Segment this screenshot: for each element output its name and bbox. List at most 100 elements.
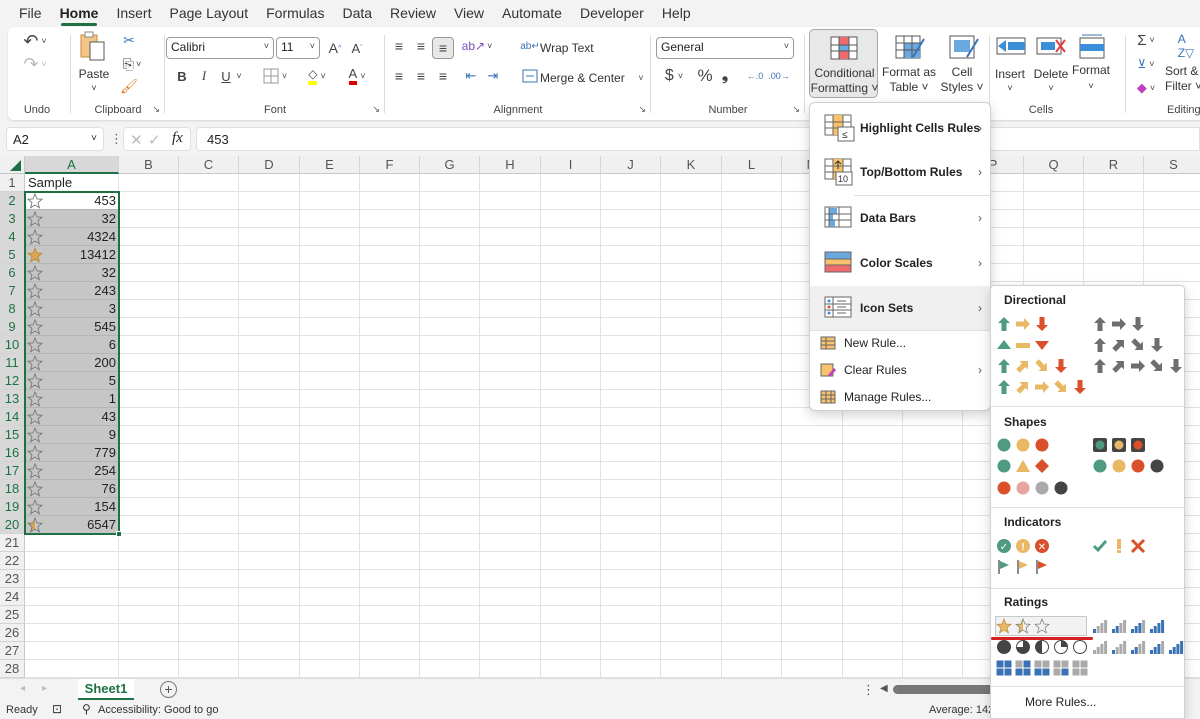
3-arrows-gray[interactable] xyxy=(1092,316,1146,332)
column-header-e[interactable]: E xyxy=(300,156,360,174)
next-sheet-icon[interactable]: ▸ xyxy=(42,683,47,694)
row-header-2[interactable]: 2 xyxy=(0,192,25,210)
insert-cells-button[interactable]: Insert ˅ xyxy=(991,31,1029,93)
cell-a2[interactable]: 453 xyxy=(25,192,119,210)
5-ratings[interactable] xyxy=(1092,639,1184,655)
row-header-5[interactable]: 5 xyxy=(0,246,25,264)
cell-a10[interactable]: 6 xyxy=(25,336,119,354)
5-quarters[interactable] xyxy=(996,639,1088,655)
align-bottom-icon[interactable]: ≡ xyxy=(432,37,454,59)
fill-color-icon[interactable]: ◇ ˅ xyxy=(302,65,332,87)
wrap-text-icon[interactable]: ab↵ xyxy=(520,38,540,54)
row-header-28[interactable]: 28 xyxy=(0,660,25,678)
font-size-combo[interactable]: 11 ˅ xyxy=(276,37,320,59)
3-flags[interactable] xyxy=(996,559,1050,575)
menu-tab-data[interactable]: Data xyxy=(333,0,381,27)
conditional-formatting-button[interactable]: Conditional Formatting ˅ xyxy=(809,29,878,98)
column-header-a[interactable]: A xyxy=(25,156,119,174)
cell-a15[interactable]: 9 xyxy=(25,426,119,444)
align-center-icon[interactable]: ≡ xyxy=(412,67,430,85)
menu-tab-page-layout[interactable]: Page Layout xyxy=(160,0,257,27)
cell-a3[interactable]: 32 xyxy=(25,210,119,228)
row-header-21[interactable]: 21 xyxy=(0,534,25,552)
row-header-23[interactable]: 23 xyxy=(0,570,25,588)
3-symbols-circled[interactable]: ✓! ✕ xyxy=(996,538,1050,554)
percent-icon[interactable]: % xyxy=(696,66,714,85)
row-header-4[interactable]: 4 xyxy=(0,228,25,246)
sheet-tab-sheet1[interactable]: Sheet1 xyxy=(78,679,134,701)
align-top-icon[interactable]: ≡ xyxy=(390,37,408,55)
align-right-icon[interactable]: ≡ xyxy=(434,67,452,85)
fill-icon[interactable]: ⊻ ˅ xyxy=(1131,55,1161,73)
merge-center-button[interactable]: Merge & Center xyxy=(540,71,625,86)
font-name-combo[interactable]: Calibri ˅ xyxy=(166,37,274,59)
menu-tab-formulas[interactable]: Formulas xyxy=(257,0,333,27)
formula-input[interactable]: 453 xyxy=(196,127,1200,151)
3-arrows-colored[interactable] xyxy=(996,316,1050,332)
cell-a11[interactable]: 200 xyxy=(25,354,119,372)
row-header-19[interactable]: 19 xyxy=(0,498,25,516)
decrease-decimal-icon[interactable]: .00→ xyxy=(768,67,790,85)
menu-top-bottom-rules[interactable]: 10 Top/Bottom Rules › xyxy=(810,150,990,194)
row-header-26[interactable]: 26 xyxy=(0,624,25,642)
align-left-icon[interactable]: ≡ xyxy=(390,67,408,85)
cell-a8[interactable]: 3 xyxy=(25,300,119,318)
cell-a13[interactable]: 1 xyxy=(25,390,119,408)
5-boxes[interactable] xyxy=(996,660,1088,676)
row-header-11[interactable]: 11 xyxy=(0,354,25,372)
menu-new-rule[interactable]: New Rule... xyxy=(810,330,990,357)
format-painter-icon[interactable]: 🖌 xyxy=(120,77,138,95)
row-header-1[interactable]: 1 xyxy=(0,174,25,192)
wrap-text-button[interactable]: Wrap Text xyxy=(540,41,594,56)
menu-tab-insert[interactable]: Insert xyxy=(107,0,160,27)
undo-icon[interactable]: ↶ ˅ xyxy=(20,31,50,51)
menu-tab-developer[interactable]: Developer xyxy=(571,0,653,27)
sheet-options-icon[interactable]: ⋮ xyxy=(862,682,875,698)
menu-color-scales[interactable]: Color Scales › xyxy=(810,241,990,285)
3-signs[interactable] xyxy=(996,458,1050,474)
merge-dropdown-icon[interactable]: ˅ xyxy=(636,71,646,85)
4-traffic-lights[interactable] xyxy=(1092,458,1165,474)
delete-cells-button[interactable]: Delete ˅ xyxy=(1031,31,1071,93)
5-arrows-colored[interactable] xyxy=(996,379,1088,395)
comma-style-icon[interactable]: ❟ xyxy=(718,67,732,85)
merge-center-icon[interactable] xyxy=(522,68,538,84)
format-cells-button[interactable]: Format ˅ xyxy=(1071,31,1111,93)
column-header-l[interactable]: L xyxy=(722,156,782,174)
cell-a7[interactable]: 243 xyxy=(25,282,119,300)
macro-recording-icon[interactable]: ⊡ xyxy=(52,702,62,716)
decrease-indent-icon[interactable]: ⇤ xyxy=(462,67,480,85)
more-options-icon[interactable]: ⋮ xyxy=(110,131,123,147)
font-color-icon[interactable]: A ˅ xyxy=(342,65,372,87)
bold-button[interactable]: B xyxy=(174,67,190,85)
4-ratings[interactable] xyxy=(1092,618,1165,634)
increase-indent-icon[interactable]: ⇥ xyxy=(484,67,502,85)
menu-data-bars[interactable]: Data Bars › xyxy=(810,196,990,240)
add-sheet-button[interactable]: + xyxy=(160,681,177,698)
column-header-i[interactable]: I xyxy=(541,156,601,174)
column-header-s[interactable]: S xyxy=(1144,156,1200,174)
select-all-button[interactable] xyxy=(0,156,25,174)
row-header-9[interactable]: 9 xyxy=(0,318,25,336)
menu-highlight-cells-rules[interactable]: ≤ Highlight Cells Rules › xyxy=(810,106,990,150)
3-traffic-lights[interactable] xyxy=(996,437,1050,453)
increase-font-icon[interactable]: A ^ xyxy=(326,39,344,57)
4-arrows-colored[interactable] xyxy=(996,358,1069,374)
column-header-b[interactable]: B xyxy=(119,156,179,174)
paste-icon[interactable] xyxy=(78,31,108,63)
cancel-icon[interactable]: ✕ xyxy=(130,131,143,149)
menu-tab-view[interactable]: View xyxy=(445,0,493,27)
menu-clear-rules[interactable]: Clear Rules › xyxy=(810,357,990,384)
row-header-8[interactable]: 8 xyxy=(0,300,25,318)
cell-a19[interactable]: 154 xyxy=(25,498,119,516)
row-header-18[interactable]: 18 xyxy=(0,480,25,498)
column-header-k[interactable]: K xyxy=(661,156,722,174)
cell-styles-button[interactable]: Cell Styles ˅ xyxy=(937,29,987,98)
clear-icon[interactable]: ◆ ˅ xyxy=(1131,79,1161,97)
alignment-launcher-icon[interactable]: ↘ xyxy=(638,104,646,115)
menu-tab-automate[interactable]: Automate xyxy=(493,0,571,27)
row-header-6[interactable]: 6 xyxy=(0,264,25,282)
redo-icon[interactable]: ↷ ˅ xyxy=(20,54,50,74)
clipboard-launcher-icon[interactable]: ↘ xyxy=(152,104,160,115)
accessibility-icon[interactable]: ⚲ xyxy=(82,702,91,716)
